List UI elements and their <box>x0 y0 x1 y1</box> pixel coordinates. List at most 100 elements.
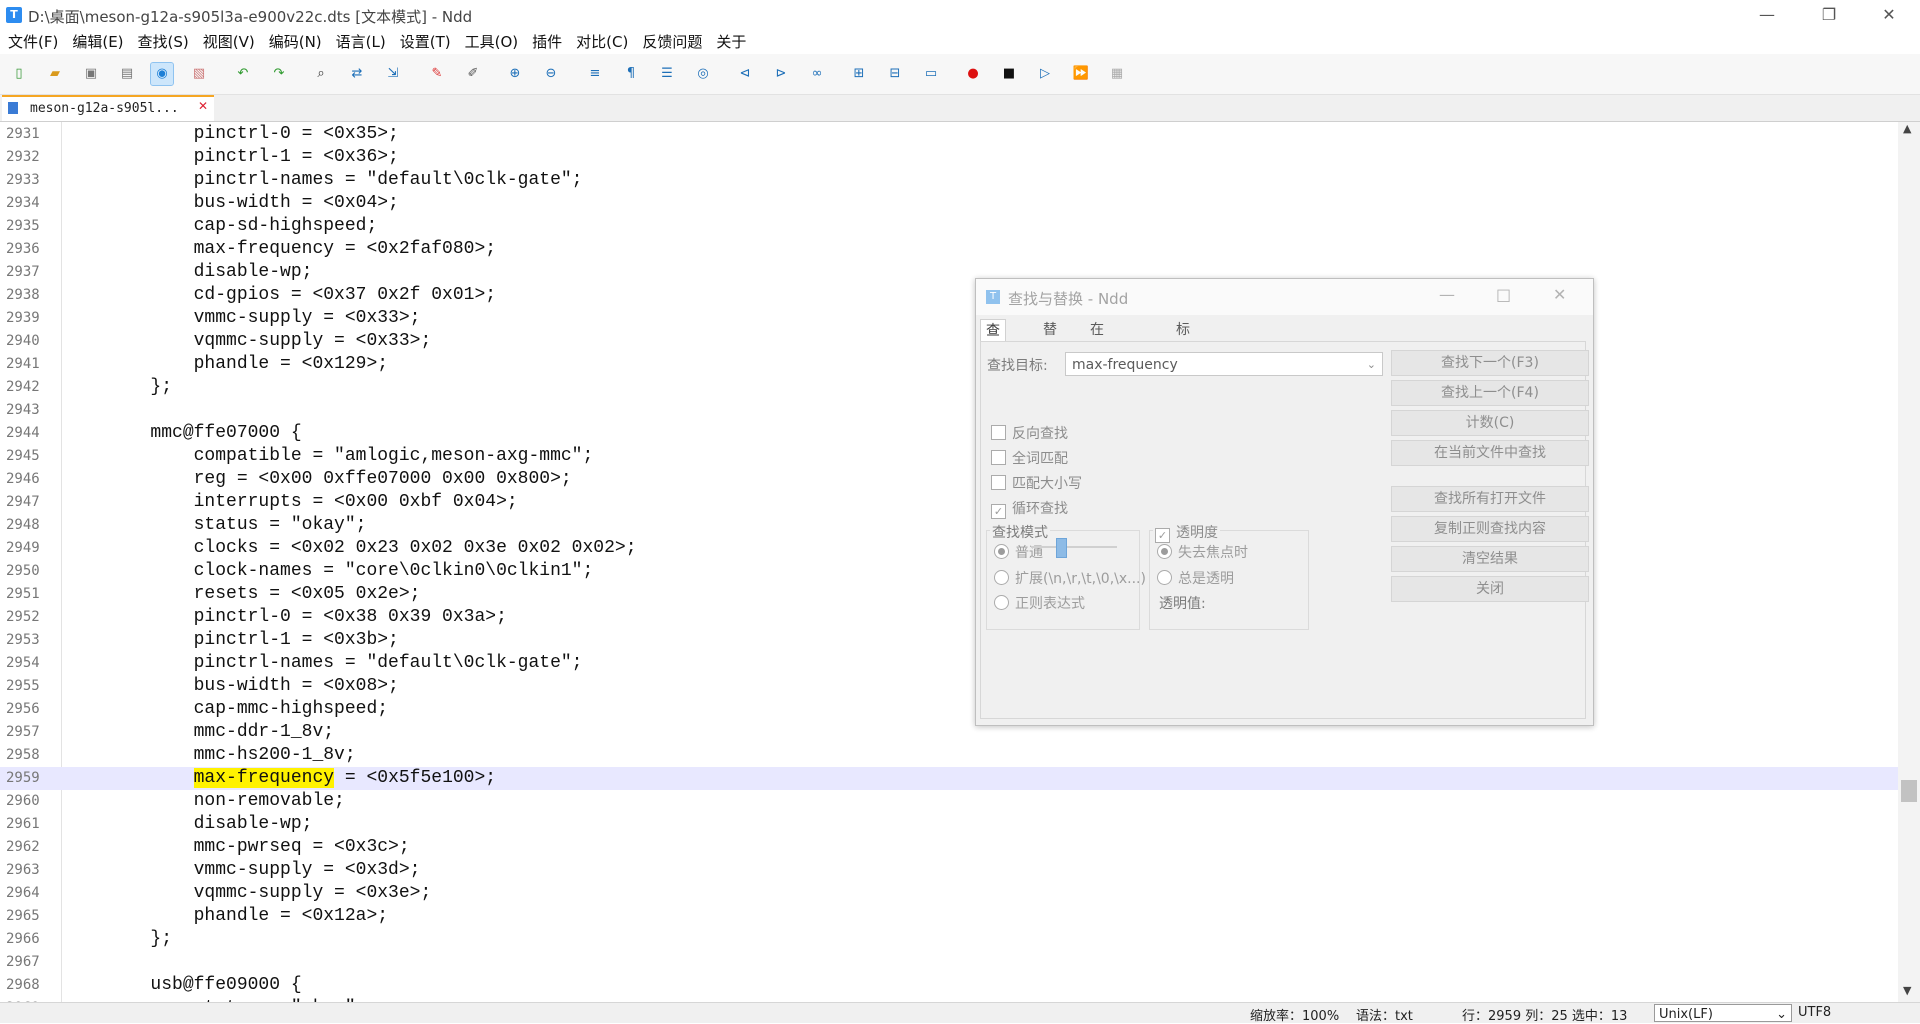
dialog-minimize-button[interactable]: — <box>1439 285 1455 304</box>
next-icon[interactable]: ⊳ <box>770 63 792 85</box>
code-line[interactable]: 2933 pinctrl-names = "default\0clk-gate"… <box>0 169 1898 192</box>
menu-tools[interactable]: 工具(O) <box>458 30 526 54</box>
code-line[interactable]: 2956 cap-mmc-highspeed; <box>0 698 1898 721</box>
menu-settings[interactable]: 设置(T) <box>393 30 458 54</box>
code-line[interactable]: 2938 cd-gpios = <0x37 0x2f 0x01>; <box>0 284 1898 307</box>
find-in-current-button[interactable]: 在当前文件中查找 <box>1391 440 1589 466</box>
vertical-scrollbar[interactable]: ▲ ▼ <box>1898 122 1920 1002</box>
code-line[interactable]: 2968 usb@ffe09000 { <box>0 974 1898 997</box>
tab-find-in-dir[interactable]: 在目录查找 <box>1085 319 1109 426</box>
prev-icon[interactable]: ⊲ <box>734 63 756 85</box>
clear-results-button[interactable]: 清空结果 <box>1391 546 1589 572</box>
code-line[interactable]: 2948 status = "okay"; <box>0 514 1898 537</box>
tab-replace[interactable]: 替换 <box>1038 319 1062 360</box>
menu-edit[interactable]: 编辑(E) <box>65 30 130 54</box>
record-icon[interactable]: ● <box>962 63 984 85</box>
find-next-button[interactable]: 查找下一个(F3) <box>1391 350 1589 376</box>
code-line[interactable]: 2962 mmc-pwrseq = <0x3c>; <box>0 836 1898 859</box>
tab-mark[interactable]: 标记 <box>1171 319 1195 360</box>
mode-normal-radio[interactable]: 普通 <box>994 542 1043 562</box>
goto-icon[interactable]: ⇲ <box>382 63 404 85</box>
file-mode-icon[interactable]: ◉ <box>150 62 174 86</box>
chevron-down-icon[interactable]: ⌄ <box>1367 353 1376 377</box>
minimize-button[interactable]: — <box>1744 2 1790 28</box>
dialog-close-button[interactable]: ✕ <box>1553 285 1566 304</box>
transparency-slider[interactable] <box>1031 538 1117 558</box>
code-line[interactable]: 2966 }; <box>0 928 1898 951</box>
wrap-icon[interactable]: ≡ <box>584 63 606 85</box>
code-line[interactable]: 2950 clock-names = "core\0clkin0\0clkin1… <box>0 560 1898 583</box>
save-all-icon[interactable]: ▤ <box>116 63 138 85</box>
code-line[interactable]: 2957 mmc-ddr-1_8v; <box>0 721 1898 744</box>
dialog-maximize-button[interactable]: □ <box>1496 285 1511 304</box>
copy-regex-button[interactable]: 复制正则查找内容 <box>1391 516 1589 542</box>
tab-document[interactable]: meson-g12a-s905l... ✕ <box>2 95 214 121</box>
code-line[interactable]: 2939 vmmc-supply = <0x33>; <box>0 307 1898 330</box>
save-icon[interactable]: ▣ <box>80 63 102 85</box>
scroll-down-icon[interactable]: ▼ <box>1903 984 1911 997</box>
mode-extended-radio[interactable]: 扩展(\n,\r,\t,\0,\x...) <box>994 568 1146 588</box>
find-prev-button[interactable]: 查找上一个(F4) <box>1391 380 1589 406</box>
close-window-button[interactable]: ✕ <box>1866 2 1912 28</box>
code-line[interactable]: 2936 max-frequency = <0x2faf080>; <box>0 238 1898 261</box>
menu-language[interactable]: 语言(L) <box>329 30 393 54</box>
code-line[interactable]: 2954 pinctrl-names = "default\0clk-gate"… <box>0 652 1898 675</box>
match-case-checkbox[interactable]: 匹配大小写 <box>991 473 1082 493</box>
menu-encoding[interactable]: 编码(N) <box>262 30 329 54</box>
code-line[interactable]: 2932 pinctrl-1 = <0x36>; <box>0 146 1898 169</box>
code-line[interactable]: 2963 vmmc-supply = <0x3d>; <box>0 859 1898 882</box>
indent-guide-icon[interactable]: ☰ <box>656 63 678 85</box>
code-line[interactable]: 2952 pinctrl-0 = <0x38 0x39 0x3a>; <box>0 606 1898 629</box>
code-line[interactable]: 2946 reg = <0x00 0xffe07000 0x00 0x800>; <box>0 468 1898 491</box>
code-line[interactable]: 2949 clocks = <0x02 0x23 0x02 0x3e 0x02 … <box>0 537 1898 560</box>
code-line[interactable]: 2934 bus-width = <0x04>; <box>0 192 1898 215</box>
scroll-thumb[interactable] <box>1901 780 1917 802</box>
stop-icon[interactable]: ■ <box>998 63 1020 85</box>
open-file-icon[interactable]: ▰ <box>44 63 66 85</box>
compare-icon[interactable]: ⊞ <box>848 63 870 85</box>
code-line[interactable]: 2943 <box>0 399 1898 422</box>
code-line[interactable]: 2947 interrupts = <0x00 0xbf 0x04>; <box>0 491 1898 514</box>
scroll-up-icon[interactable]: ▲ <box>1903 122 1911 135</box>
code-line[interactable]: 2931 pinctrl-0 = <0x35>; <box>0 123 1898 146</box>
dir-compare-icon[interactable]: ⊟ <box>884 63 906 85</box>
slider-thumb[interactable] <box>1056 538 1067 558</box>
sync-icon[interactable]: ∞ <box>806 63 828 85</box>
code-line[interactable]: 2953 pinctrl-1 = <0x3b>; <box>0 629 1898 652</box>
maximize-button[interactable]: ❐ <box>1806 2 1852 28</box>
code-line[interactable]: 2959 max-frequency = <0x5f5e100>; <box>0 767 1898 790</box>
trans-on-blur-radio[interactable]: 失去焦点时 <box>1157 542 1248 562</box>
transparency-checkbox[interactable]: ✓ 透明度 <box>1153 522 1220 543</box>
show-symbols-icon[interactable]: ¶ <box>620 63 642 85</box>
reverse-search-checkbox[interactable]: 反向查找 <box>991 423 1068 443</box>
menu-file[interactable]: 文件(F) <box>0 30 65 54</box>
save-macro-icon[interactable]: ▦ <box>1106 63 1128 85</box>
code-line[interactable]: 2965 phandle = <0x12a>; <box>0 905 1898 928</box>
zoom-out-icon[interactable]: ⊖ <box>540 63 562 85</box>
redo-icon[interactable]: ↷ <box>268 63 290 85</box>
code-line[interactable]: 2958 mmc-hs200-1_8v; <box>0 744 1898 767</box>
code-line[interactable]: 2961 disable-wp; <box>0 813 1898 836</box>
find-target-input[interactable]: max-frequency ⌄ <box>1065 352 1383 376</box>
monitor-icon[interactable]: ▭ <box>920 63 942 85</box>
new-file-icon[interactable]: ▯ <box>8 63 30 85</box>
code-line[interactable]: 2935 cap-sd-highspeed; <box>0 215 1898 238</box>
wrap-search-checkbox[interactable]: ✓ 循环查找 <box>991 498 1068 519</box>
close-file-icon[interactable]: ▧ <box>188 63 210 85</box>
eol-select[interactable]: Unix(LF) ⌄ <box>1654 1004 1792 1022</box>
menu-feedback[interactable]: 反馈问题 <box>635 30 709 54</box>
run-multiple-icon[interactable]: ⏩ <box>1070 63 1092 85</box>
find-icon[interactable]: ⌕ <box>310 63 332 85</box>
code-line[interactable]: 2937 disable-wp; <box>0 261 1898 284</box>
code-line[interactable]: 2955 bus-width = <0x08>; <box>0 675 1898 698</box>
editor[interactable]: 2931 pinctrl-0 = <0x35>; 2932 pinctrl-1 =… <box>0 122 1898 1002</box>
replace-icon[interactable]: ⇄ <box>346 63 368 85</box>
code-line[interactable]: 2940 vqmmc-supply = <0x33>; <box>0 330 1898 353</box>
code-line[interactable]: 2967 <box>0 951 1898 974</box>
clear-mark-icon[interactable]: ✐ <box>462 63 484 85</box>
code-line[interactable]: 2960 non-removable; <box>0 790 1898 813</box>
tab-close-icon[interactable]: ✕ <box>198 99 208 113</box>
menu-plugins[interactable]: 插件 <box>525 30 569 54</box>
close-dialog-button[interactable]: 关闭 <box>1391 576 1589 602</box>
code-line[interactable]: 2944 mmc@ffe07000 { <box>0 422 1898 445</box>
